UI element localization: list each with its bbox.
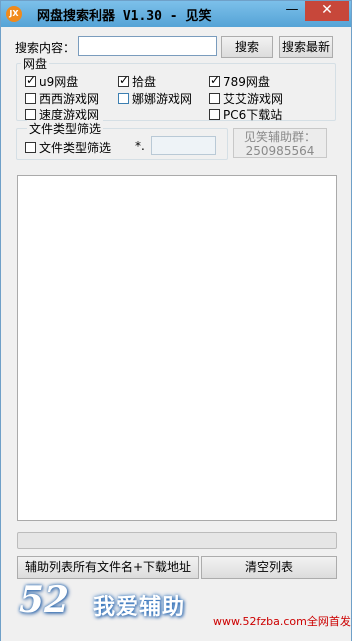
- donate-group-number: 250985564: [245, 144, 315, 158]
- search-input[interactable]: [78, 36, 217, 56]
- checkbox-nana-box[interactable]: [118, 93, 129, 104]
- app-window: JX 网盘搜索利器 V1.30 - 见笑 — ✕ 搜索内容： 搜索 搜索最新 网…: [0, 0, 352, 641]
- checkbox-nana-label: 娜娜游戏网: [132, 92, 193, 106]
- site-link[interactable]: www.52fzba.com全网首发: [213, 613, 351, 629]
- checkbox-sudu-box[interactable]: [25, 109, 36, 120]
- search-latest-button[interactable]: 搜索最新: [279, 36, 333, 58]
- checkbox-u9-label: u9网盘: [39, 75, 79, 89]
- checkbox-shipan-box[interactable]: [118, 73, 129, 87]
- progress-bar: [17, 532, 337, 549]
- donate-group-panel: 见笑辅助群： 250985564: [233, 128, 327, 158]
- checkbox-xixi-label: 西西游戏网: [39, 92, 100, 106]
- minimize-button[interactable]: —: [280, 1, 304, 21]
- checkbox-filetype[interactable]: 文件类型筛选: [25, 139, 111, 156]
- close-button[interactable]: ✕: [305, 1, 349, 21]
- checkbox-nana[interactable]: 娜娜游戏网: [118, 90, 192, 107]
- checkbox-shipan-label: 拾盘: [132, 75, 157, 89]
- checkbox-789[interactable]: 789网盘: [209, 73, 270, 90]
- checkbox-xixi-box[interactable]: [25, 93, 36, 104]
- checkbox-789-label: 789网盘: [223, 75, 270, 89]
- clear-list-button[interactable]: 清空列表: [201, 556, 337, 579]
- checkbox-xixi[interactable]: 西西游戏网: [25, 90, 99, 107]
- title-bar[interactable]: JX 网盘搜索利器 V1.30 - 见笑 — ✕: [1, 1, 351, 27]
- window-title: 网盘搜索利器 V1.30 - 见笑: [37, 9, 212, 24]
- checkbox-shipan[interactable]: 拾盘: [118, 73, 156, 90]
- checkbox-aiai[interactable]: 艾艾游戏网: [209, 90, 283, 107]
- checkbox-u9[interactable]: u9网盘: [25, 73, 78, 90]
- logo-52: 52: [19, 579, 70, 621]
- checkbox-aiai-box[interactable]: [209, 93, 220, 104]
- search-button[interactable]: 搜索: [221, 36, 273, 58]
- checkbox-789-box[interactable]: [209, 73, 220, 87]
- filetype-group-title: 文件类型筛选: [27, 120, 104, 137]
- copy-list-button[interactable]: 辅助列表所有文件名+下载地址: [17, 556, 199, 579]
- footer-banner: 52 我爱辅助 www.52fzba.com全网首发: [1, 579, 351, 641]
- search-label: 搜索内容：: [15, 41, 76, 55]
- checkbox-pc6-label: PC6下载站: [223, 108, 283, 122]
- extension-input[interactable]: [151, 136, 216, 155]
- checkbox-u9-box[interactable]: [25, 73, 36, 87]
- checkbox-pc6[interactable]: PC6下载站: [209, 106, 282, 123]
- brand-text: 我爱辅助: [93, 595, 186, 620]
- checkbox-pc6-box[interactable]: [209, 109, 220, 120]
- netdisk-group-title: 网盘: [21, 55, 50, 72]
- checkbox-filetype-label: 文件类型筛选: [39, 141, 112, 155]
- ext-prefix-label: *.: [135, 139, 145, 153]
- app-icon: JX: [6, 6, 22, 22]
- results-list[interactable]: [17, 175, 337, 521]
- checkbox-aiai-label: 艾艾游戏网: [223, 92, 284, 106]
- checkbox-filetype-box[interactable]: [25, 142, 36, 153]
- donate-group-title: 见笑辅助群：: [243, 130, 316, 144]
